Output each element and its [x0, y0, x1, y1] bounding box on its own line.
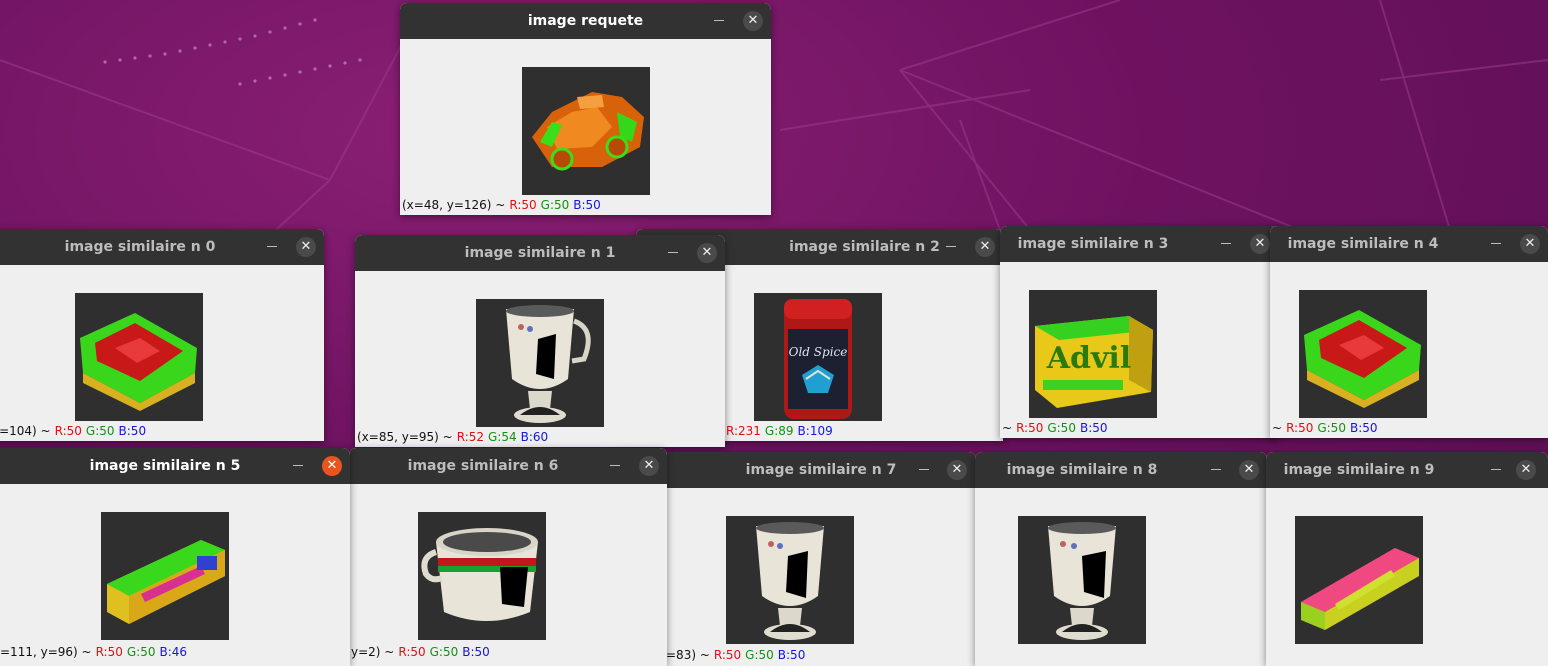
close-icon[interactable]: ✕	[743, 11, 763, 31]
window-title: image similaire n 3	[1017, 236, 1169, 252]
similar-image-2: Old Spice	[754, 293, 882, 421]
pixel-status-bar: y=104) ~R:50G:50B:50	[0, 424, 150, 438]
red-value: R:50	[54, 424, 82, 438]
window-title: image similaire n 7	[745, 462, 897, 478]
minimize-icon[interactable]	[714, 20, 724, 21]
close-icon[interactable]: ✕	[697, 243, 717, 263]
similar-image-1	[476, 299, 604, 427]
similar-image-5	[101, 512, 229, 640]
pixel-status-bar: ~ R:50 G:50 B:50	[1002, 421, 1112, 435]
similar-image-4	[1299, 290, 1427, 418]
red-value: R:50	[1286, 421, 1314, 435]
similar-image-8	[1018, 516, 1146, 644]
cursor-position: y=2) ~	[351, 645, 395, 659]
cursor-position: ~	[1002, 421, 1013, 435]
cursor-position: =111, y=96) ~	[0, 645, 92, 659]
close-icon[interactable]: ✕	[1516, 460, 1536, 480]
close-icon[interactable]: ✕	[1520, 234, 1540, 254]
close-icon[interactable]: ✕	[322, 456, 342, 476]
minimize-icon[interactable]	[293, 465, 303, 466]
similar-image-window-1[interactable]: image similaire n 1 ✕ (x=85, y=95) ~ R:52…	[355, 235, 725, 447]
close-icon[interactable]: ✕	[296, 237, 316, 257]
blue-value: B:50	[118, 424, 147, 438]
red-value: R:231	[726, 424, 761, 438]
similar-image-window-6[interactable]: image similaire n 6 ✕ y=2) ~ R:50 G:50 B:50	[349, 448, 667, 666]
blue-value: B:109	[797, 424, 833, 438]
minimize-icon[interactable]	[1491, 243, 1501, 244]
green-value: G:54	[488, 430, 517, 444]
pixel-status-bar: (x=85, y=95) ~ R:52 G:54 B:60	[357, 430, 552, 444]
window-title: image requete	[527, 13, 644, 29]
minimize-icon[interactable]	[1211, 469, 1221, 470]
window-title: image similaire n 6	[407, 458, 559, 474]
blue-value: B:50	[1079, 421, 1108, 435]
pixel-status-bar: ~ R:50 G:50 B:50	[1272, 421, 1382, 435]
blue-value: B:50	[462, 645, 490, 659]
cursor-position: ~	[1272, 421, 1283, 435]
blue-value: B:46	[159, 645, 188, 659]
similar-image-3: Advil	[1029, 290, 1157, 418]
green-value: G:50	[126, 645, 156, 659]
similar-image-window-0[interactable]: image similaire n 0 ✕ y=104) ~R:50G:50B:…	[0, 229, 324, 441]
close-icon[interactable]: ✕	[639, 456, 659, 476]
svg-text:Advil: Advil	[1046, 341, 1131, 376]
pixel-status-bar: y=2) ~ R:50 G:50 B:50	[351, 645, 494, 659]
green-value: G:50	[1317, 421, 1346, 435]
minimize-icon[interactable]	[1221, 243, 1231, 244]
cursor-position: (x=85, y=95) ~	[357, 430, 453, 444]
pixel-status-bar: R:231 G:89 B:109	[726, 424, 837, 438]
similar-image-7	[726, 516, 854, 644]
close-icon[interactable]: ✕	[1250, 234, 1270, 254]
close-icon[interactable]: ✕	[975, 237, 995, 257]
window-title: image similaire n 2	[789, 239, 940, 255]
green-value: G:89	[764, 424, 794, 438]
green-value: G:50	[540, 198, 570, 212]
similar-image-window-4[interactable]: image similaire n 4 ✕ ~ R:50 G:50 B:50	[1270, 226, 1548, 438]
green-value: G:50	[85, 424, 115, 438]
cursor-position: (x=48, y=126) ~	[402, 198, 506, 212]
cursor-position: =83) ~	[666, 648, 710, 662]
similar-image-window-8[interactable]: image similaire n 8 ✕	[975, 452, 1267, 666]
similar-image-window-3[interactable]: image similaire n 3 ✕ Advil ~ R:50 G:50 B:5…	[1000, 226, 1278, 438]
blue-value: B:60	[520, 430, 549, 444]
minimize-icon[interactable]	[267, 246, 277, 247]
similar-image-6	[418, 512, 546, 640]
window-title: image similaire n 9	[1283, 462, 1435, 478]
query-image-window[interactable]: image requete ✕ (x=48, y=126) ~ R:50 G:50 B…	[400, 3, 771, 215]
similar-image-window-9[interactable]: image similaire n 9 ✕	[1266, 452, 1548, 666]
window-title: image similaire n 8	[1006, 462, 1158, 478]
close-icon[interactable]: ✕	[947, 460, 967, 480]
red-value: R:52	[456, 430, 484, 444]
pixel-status-bar: (x=48, y=126) ~ R:50 G:50 B:50	[402, 198, 605, 212]
blue-value: B:50	[573, 198, 601, 212]
svg-text:Old Spice: Old Spice	[789, 345, 848, 359]
minimize-icon[interactable]	[1491, 469, 1501, 470]
similar-image-0	[75, 293, 203, 421]
blue-value: B:50	[777, 648, 806, 662]
minimize-icon[interactable]	[610, 465, 620, 466]
pixel-status-bar: =111, y=96) ~ R:50 G:50 B:46	[0, 645, 191, 659]
red-value: R:50	[398, 645, 426, 659]
red-value: R:50	[713, 648, 742, 662]
green-value: G:50	[745, 648, 774, 662]
window-title: image similaire n 0	[64, 239, 216, 255]
similar-image-window-5[interactable]: image similaire n 5 ✕ =111, y=96) ~ R:50 G…	[0, 448, 350, 666]
red-value: R:50	[1016, 421, 1044, 435]
cursor-position: y=104) ~	[0, 424, 51, 438]
minimize-icon[interactable]	[946, 246, 956, 247]
query-image	[522, 67, 650, 195]
window-title: image similaire n 4	[1287, 236, 1439, 252]
window-title: image similaire n 5	[89, 458, 241, 474]
pixel-status-bar: =83) ~ R:50 G:50 B:50	[666, 648, 809, 662]
green-value: G:50	[1047, 421, 1076, 435]
red-value: R:50	[95, 645, 123, 659]
similar-image-9	[1295, 516, 1423, 644]
blue-value: B:50	[1349, 421, 1378, 435]
green-value: G:50	[429, 645, 459, 659]
minimize-icon[interactable]	[668, 252, 678, 253]
window-title: image similaire n 1	[464, 245, 616, 261]
minimize-icon[interactable]	[919, 469, 929, 470]
close-icon[interactable]: ✕	[1239, 460, 1259, 480]
red-value: R:50	[509, 198, 537, 212]
